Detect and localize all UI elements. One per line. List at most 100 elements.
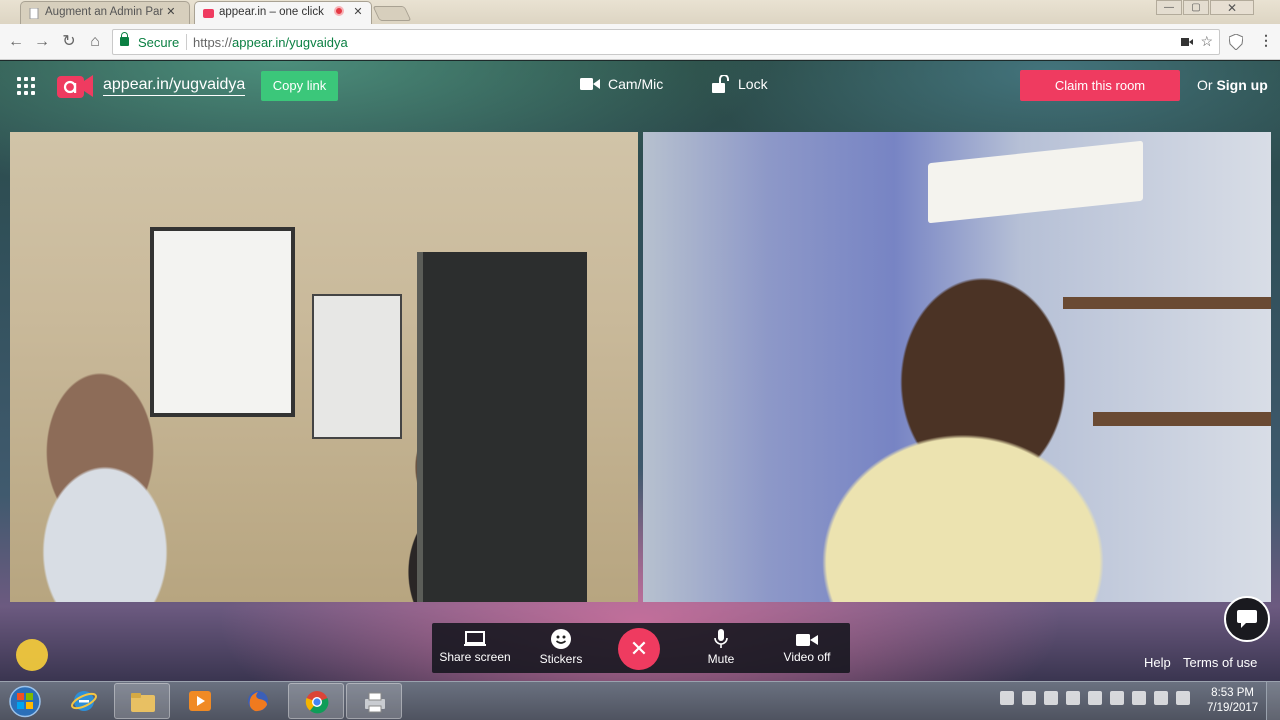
copy-link-button[interactable]: Copy link (261, 71, 338, 101)
url-scheme: https:// (193, 35, 233, 50)
video-scene-poster (312, 294, 402, 439)
tab-admin-panel[interactable]: Augment an Admin Pane ✕ (20, 1, 190, 24)
system-tray (1000, 691, 1198, 705)
firefox-icon (248, 691, 268, 712)
lock-label: Lock (738, 76, 768, 92)
tab-title: Augment an Admin Pane (45, 6, 163, 18)
tab-appear-in[interactable]: appear.in – one click ✕ (194, 1, 372, 24)
tab-close-icon[interactable]: ✕ (353, 6, 362, 18)
system-clock[interactable]: 8:53 PM 7/19/2017 (1207, 686, 1258, 716)
terms-of-use-link[interactable]: Terms of use (1183, 655, 1257, 670)
divider (186, 34, 187, 50)
sign-up-link[interactable]: Sign up (1216, 77, 1267, 93)
maximize-icon[interactable]: ▢ (1183, 0, 1209, 15)
share-screen-label: Share screen (439, 650, 511, 664)
monitor-icon (464, 631, 486, 646)
folder-icon (131, 693, 155, 712)
appear-in-logo-icon (57, 75, 93, 98)
clock-date: 7/19/2017 (1207, 702, 1259, 714)
printer-icon (365, 692, 385, 713)
mute-button[interactable]: Mute (678, 623, 764, 673)
participant-video-2 (643, 132, 1271, 602)
taskbar-media-player[interactable] (172, 683, 228, 719)
windows-taskbar: 8:53 PM 7/19/2017 (0, 681, 1280, 720)
tray-signal-icon[interactable] (1044, 691, 1058, 705)
appear-in-favicon-icon (203, 9, 214, 18)
chrome-icon (305, 691, 329, 714)
padlock-open-icon (712, 73, 729, 93)
home-icon[interactable]: ⌂ (85, 32, 105, 52)
start-button-icon[interactable] (4, 684, 46, 719)
url-host: appear.in/yugvaidya (232, 35, 348, 50)
tray-display-icon[interactable] (1022, 691, 1036, 705)
taskbar-firefox[interactable] (230, 683, 286, 719)
tray-bluetooth-icon[interactable] (1066, 691, 1080, 705)
chat-bubble-icon (1237, 610, 1257, 628)
tray-monitor-icon[interactable] (1132, 691, 1146, 705)
camera-icon (580, 77, 600, 90)
apps-grid-icon[interactable] (17, 77, 35, 95)
or-label: Or (1197, 77, 1213, 93)
tray-network-icon[interactable] (1000, 691, 1014, 705)
taskbar-file-explorer[interactable] (114, 683, 170, 719)
extension-shield-icon[interactable] (1229, 34, 1243, 50)
show-desktop-button[interactable] (1266, 682, 1280, 720)
stickers-label: Stickers (539, 652, 583, 666)
mute-label: Mute (707, 652, 735, 666)
clock-time: 8:53 PM (1211, 687, 1254, 699)
page-favicon-icon (29, 8, 39, 19)
stickers-button[interactable]: Stickers (518, 623, 604, 673)
tray-flag-icon[interactable] (1110, 691, 1124, 705)
leave-call-button[interactable]: ✕ (618, 628, 660, 670)
taskbar-printer[interactable] (346, 683, 402, 719)
forward-arrow-icon[interactable]: → (32, 32, 52, 52)
video-scene-air-conditioner (928, 140, 1143, 224)
tray-battery-icon[interactable] (1154, 691, 1168, 705)
tray-volume-icon[interactable] (1176, 691, 1190, 705)
bookmark-star-icon[interactable]: ☆ (1200, 33, 1213, 50)
room-name-link[interactable]: appear.in/yugvaidya (103, 76, 246, 96)
browser-tabstrip: Augment an Admin Pane ✕ appear.in – one … (0, 0, 1280, 24)
taskbar-chrome[interactable] (288, 683, 344, 719)
share-screen-button[interactable]: Share screen (432, 623, 518, 673)
lock-icon (120, 32, 129, 46)
window-controls: — ▢ ✕ (1155, 0, 1254, 15)
participant-video-1 (10, 132, 638, 602)
minimize-icon[interactable]: — (1156, 0, 1182, 15)
appear-in-room: appear.in/yugvaidya Copy link Cam/Mic Lo… (0, 61, 1280, 681)
window-close-icon[interactable]: ✕ (1210, 0, 1254, 15)
menu-dots-icon[interactable]: ⋮ (1259, 32, 1273, 49)
video-off-button[interactable]: Video off (764, 623, 850, 673)
help-link[interactable]: Help (1144, 655, 1171, 670)
cam-mic-label: Cam/Mic (608, 76, 664, 92)
tab-close-icon[interactable]: ✕ (166, 6, 175, 18)
tray-app-icon[interactable] (1088, 691, 1102, 705)
cursor-highlight (16, 639, 48, 671)
url-text[interactable]: https://appear.in/yugvaidya (193, 35, 348, 50)
microphone-icon (714, 629, 728, 648)
media-player-icon (189, 691, 211, 711)
smiley-icon (551, 629, 571, 649)
back-arrow-icon[interactable]: ← (6, 32, 26, 52)
call-toolbar: Share screen Stickers ✕ Mute Video off (432, 623, 850, 673)
new-tab-button[interactable] (372, 6, 412, 21)
video-scene-whiteboard (150, 227, 295, 417)
video-off-label: Video off (783, 650, 831, 664)
video-camera-icon (796, 634, 818, 646)
video-scene-shelf (1093, 412, 1271, 426)
recording-indicator-icon (334, 5, 345, 16)
secure-label: Secure (138, 35, 180, 50)
address-bar[interactable]: Secure https://appear.in/yugvaidya ☆ (112, 29, 1220, 55)
chat-button[interactable] (1224, 596, 1270, 642)
video-scene-shelf (1063, 297, 1271, 309)
camera-in-use-icon[interactable] (1181, 37, 1193, 47)
claim-room-button[interactable]: Claim this room (1020, 70, 1180, 101)
video-scene-door (417, 252, 587, 602)
reload-icon[interactable]: ↻ (59, 32, 79, 52)
signup-prompt: Or Sign up (1197, 77, 1268, 93)
lock-room-button[interactable]: Lock (712, 73, 768, 93)
tab-title: appear.in – one click (219, 6, 324, 18)
taskbar-internet-explorer[interactable] (56, 683, 112, 719)
internet-explorer-icon (71, 691, 97, 711)
cam-mic-button[interactable]: Cam/Mic (580, 76, 663, 92)
